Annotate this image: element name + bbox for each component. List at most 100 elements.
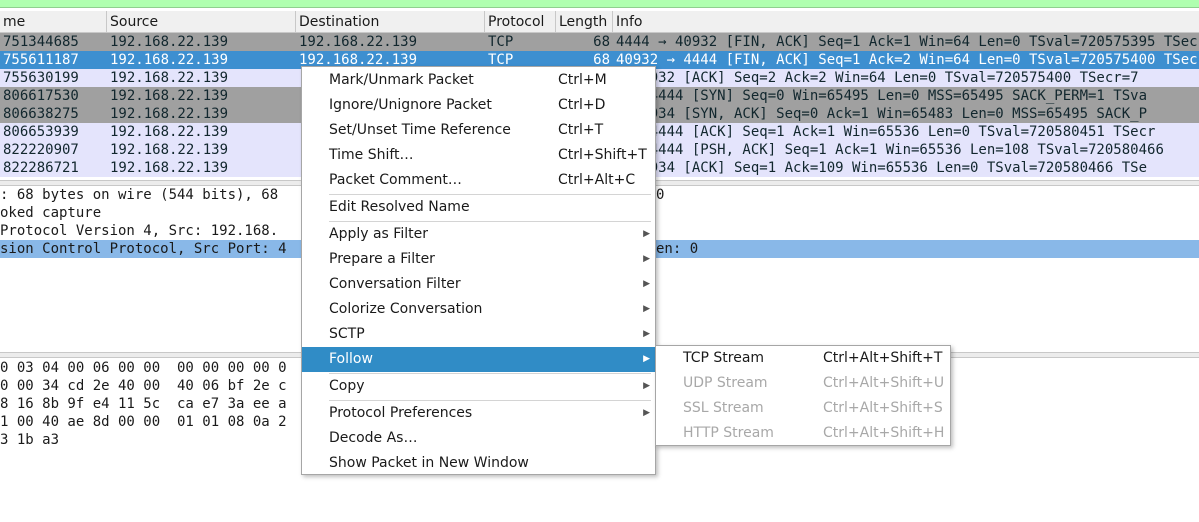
detail-text: Protocol Version 4, Src: 192.168. bbox=[0, 223, 279, 239]
packet-cell-src: 192.168.22.139 bbox=[110, 70, 229, 86]
menu-item-label: Apply as Filter bbox=[329, 226, 428, 242]
packet-cell-info: → 40934 [SYN, ACK] Seq=0 Ack=1 Win=65483… bbox=[616, 106, 1148, 122]
column-header-destination[interactable]: Destination bbox=[296, 11, 485, 33]
packet-cell-dst: 192.168.22.139 bbox=[299, 34, 418, 50]
detail-text: sion Control Protocol, Src Port: 4 bbox=[0, 241, 287, 257]
menu-item-label: Prepare a Filter bbox=[329, 251, 435, 267]
menu-item-label: Protocol Preferences bbox=[329, 405, 473, 421]
submenu-arrow-icon: ▶ bbox=[643, 354, 650, 364]
detail-text: : 68 bytes on wire (544 bits), 68 bbox=[0, 187, 279, 203]
submenu-arrow-icon: ▶ bbox=[643, 304, 650, 314]
menu-item-shortcut: Ctrl+M bbox=[558, 72, 607, 88]
menu-item-shortcut: Ctrl+Alt+C bbox=[558, 172, 636, 188]
packet-cell-src: 192.168.22.139 bbox=[110, 142, 229, 158]
submenu-item-label: HTTP Stream bbox=[683, 425, 774, 441]
menu-item-set-unset-time-reference[interactable]: Set/Unset Time Reference Ctrl+T bbox=[302, 118, 655, 143]
packet-cell-time: 806638275 bbox=[3, 106, 79, 122]
submenu-item-label: TCP Stream bbox=[683, 350, 765, 366]
packet-cell-info: 4444 → 40932 [FIN, ACK] Seq=1 Ack=1 Win=… bbox=[616, 34, 1198, 50]
hex-dump-line: 3 1b a3 bbox=[0, 432, 60, 448]
packet-cell-time: 755611187 bbox=[3, 52, 79, 68]
menu-item-label: Time Shift… bbox=[329, 147, 414, 163]
menu-item-time-shift[interactable]: Time Shift… Ctrl+Shift+T bbox=[302, 143, 655, 168]
menu-item-ignore-unignore-packet[interactable]: Ignore/Unignore Packet Ctrl+D bbox=[302, 93, 655, 118]
submenu-item-udp-stream: UDP Stream Ctrl+Alt+Shift+U bbox=[656, 371, 950, 396]
submenu-arrow-icon: ▶ bbox=[643, 254, 650, 264]
column-header-info[interactable]: Info bbox=[613, 11, 1199, 33]
packet-cell-src: 192.168.22.139 bbox=[110, 88, 229, 104]
menu-item-prepare-a-filter[interactable]: Prepare a Filter ▶ bbox=[302, 247, 655, 272]
packet-cell-proto: TCP bbox=[488, 34, 514, 50]
menu-item-label: Copy bbox=[329, 378, 365, 394]
packet-context-menu: Mark/Unmark Packet Ctrl+M Ignore/Unignore … bbox=[301, 66, 656, 475]
hex-dump-line: 8 16 8b 9f e4 11 5c ca e7 3a ee a bbox=[0, 396, 287, 412]
packet-cell-info: 4 → 4444 [PSH, ACK] Seq=1 Ack=1 Win=6553… bbox=[616, 142, 1164, 158]
packet-cell-info: 4 → 4444 [ACK] Seq=1 Ack=1 Win=65536 Len… bbox=[616, 124, 1156, 140]
menu-item-label: Colorize Conversation bbox=[329, 301, 483, 317]
menu-item-label: SCTP bbox=[329, 326, 365, 342]
packet-cell-info: → 40934 [ACK] Seq=1 Ack=109 Win=65536 Le… bbox=[616, 160, 1148, 176]
packet-cell-time: 751344685 bbox=[3, 34, 79, 50]
column-header-length[interactable]: Length bbox=[556, 11, 613, 33]
packet-cell-time: 822286721 bbox=[3, 160, 79, 176]
column-header-time[interactable]: me bbox=[0, 11, 107, 33]
packet-cell-info: → 40932 [ACK] Seq=2 Ack=2 Win=64 Len=0 T… bbox=[616, 70, 1139, 86]
menu-item-follow[interactable]: Follow ▶ bbox=[302, 347, 655, 372]
follow-submenu: TCP Stream Ctrl+Alt+Shift+T UDP Stream Ctrl… bbox=[655, 345, 951, 446]
menu-item-mark-unmark-packet[interactable]: Mark/Unmark Packet Ctrl+M bbox=[302, 68, 655, 93]
menu-item-copy[interactable]: Copy ▶ bbox=[302, 374, 655, 399]
submenu-arrow-icon: ▶ bbox=[643, 381, 650, 391]
packet-list-header: me Source Destination Protocol Length In… bbox=[0, 11, 1199, 33]
menu-item-sctp[interactable]: SCTP ▶ bbox=[302, 322, 655, 347]
packet-cell-time: 806617530 bbox=[3, 88, 79, 104]
packet-cell-src: 192.168.22.139 bbox=[110, 34, 229, 50]
menu-item-shortcut: Ctrl+T bbox=[558, 122, 604, 138]
menu-item-label: Show Packet in New Window bbox=[329, 455, 529, 471]
column-header-protocol[interactable]: Protocol bbox=[485, 11, 556, 33]
menu-item-label: Edit Resolved Name bbox=[329, 199, 470, 215]
packet-cell-info: 40932 → 4444 [FIN, ACK] Seq=1 Ack=2 Win=… bbox=[616, 52, 1198, 68]
menu-item-conversation-filter[interactable]: Conversation Filter ▶ bbox=[302, 272, 655, 297]
menu-item-label: Conversation Filter bbox=[329, 276, 461, 292]
column-header-source[interactable]: Source bbox=[107, 11, 296, 33]
packet-cell-src: 192.168.22.139 bbox=[110, 106, 229, 122]
detail-text-right: 0 bbox=[656, 187, 665, 203]
menu-item-decode-as[interactable]: Decode As… bbox=[302, 426, 655, 451]
submenu-item-http-stream: HTTP Stream Ctrl+Alt+Shift+H bbox=[656, 421, 950, 446]
packet-cell-src: 192.168.22.139 bbox=[110, 124, 229, 140]
detail-text: oked capture bbox=[0, 205, 102, 221]
menu-item-protocol-preferences[interactable]: Protocol Preferences ▶ bbox=[302, 401, 655, 426]
submenu-item-ssl-stream: SSL Stream Ctrl+Alt+Shift+S bbox=[656, 396, 950, 421]
submenu-item-shortcut: Ctrl+Alt+Shift+H bbox=[823, 425, 945, 441]
menu-item-label: Mark/Unmark Packet bbox=[329, 72, 474, 88]
submenu-item-label: UDP Stream bbox=[683, 375, 768, 391]
submenu-item-shortcut: Ctrl+Alt+Shift+S bbox=[823, 400, 943, 416]
menu-item-shortcut: Ctrl+Shift+T bbox=[558, 147, 647, 163]
packet-cell-time: 755630199 bbox=[3, 70, 79, 86]
submenu-arrow-icon: ▶ bbox=[643, 329, 650, 339]
submenu-arrow-icon: ▶ bbox=[643, 229, 650, 239]
menu-item-label: Packet Comment… bbox=[329, 172, 462, 188]
display-filter-bar[interactable] bbox=[0, 0, 1199, 8]
menu-item-apply-as-filter[interactable]: Apply as Filter ▶ bbox=[302, 222, 655, 247]
menu-item-label: Set/Unset Time Reference bbox=[329, 122, 511, 138]
submenu-arrow-icon: ▶ bbox=[643, 408, 650, 418]
menu-item-edit-resolved-name[interactable]: Edit Resolved Name bbox=[302, 195, 655, 220]
hex-dump-line: 0 00 34 cd 2e 40 00 40 06 bf 2e c bbox=[0, 378, 287, 394]
hex-dump-line: 0 03 04 00 06 00 00 00 00 00 00 0 bbox=[0, 360, 287, 376]
menu-item-label: Follow bbox=[329, 351, 373, 367]
submenu-item-label: SSL Stream bbox=[683, 400, 764, 416]
packet-row[interactable]: 751344685 192.168.22.139 192.168.22.139 TCP… bbox=[0, 33, 1199, 51]
packet-cell-time: 806653939 bbox=[3, 124, 79, 140]
menu-item-label: Decode As… bbox=[329, 430, 418, 446]
submenu-arrow-icon: ▶ bbox=[643, 279, 650, 289]
packet-cell-len: 68 bbox=[593, 34, 610, 50]
menu-item-packet-comment[interactable]: Packet Comment… Ctrl+Alt+C bbox=[302, 168, 655, 193]
menu-item-show-packet-in-new-window[interactable]: Show Packet in New Window bbox=[302, 451, 655, 476]
menu-item-colorize-conversation[interactable]: Colorize Conversation ▶ bbox=[302, 297, 655, 322]
packet-cell-src: 192.168.22.139 bbox=[110, 52, 229, 68]
submenu-item-tcp-stream[interactable]: TCP Stream Ctrl+Alt+Shift+T bbox=[656, 346, 950, 371]
hex-dump-line: 1 00 40 ae 8d 00 00 01 01 08 0a 2 bbox=[0, 414, 287, 430]
packet-cell-src: 192.168.22.139 bbox=[110, 160, 229, 176]
packet-cell-time: 822220907 bbox=[3, 142, 79, 158]
